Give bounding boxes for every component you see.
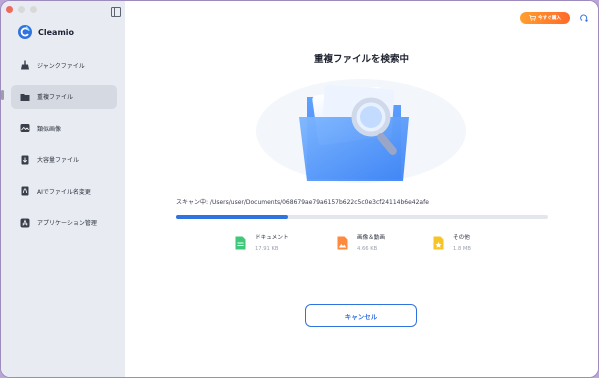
image-icon (20, 124, 30, 132)
sidebar-item-large-files[interactable]: 大容量ファイル (11, 148, 117, 172)
duplicate-folder-icon (20, 93, 30, 101)
duplicate-search-illustration (256, 79, 466, 183)
close-window-button[interactable] (6, 6, 13, 13)
app-name: Cleamio (38, 27, 75, 37)
window-controls (6, 6, 37, 13)
sidebar-toggle-icon[interactable] (111, 7, 121, 17)
sidebar-item-similar-images[interactable]: 類似画像 (11, 116, 117, 140)
brand: Cleamio (18, 25, 74, 39)
sidebar-item-label: ジャンクファイル (37, 62, 85, 70)
zoom-window-button[interactable] (30, 6, 37, 13)
sidebar-item-label: アプリケーション管理 (37, 220, 97, 227)
category-label: その他 (453, 235, 470, 241)
scan-status-text: スキャン中: /Users/user/Documents/068679ae79a… (176, 199, 429, 206)
cancel-button[interactable]: キャンセル (305, 304, 417, 327)
category-other: その他 1.8 MB (433, 233, 471, 252)
buy-now-label: 今すぐ購入 (538, 16, 561, 21)
category-label: 画像＆動画 (357, 235, 385, 241)
ai-rename-icon (21, 186, 29, 196)
category-size: 4.66 KB (357, 246, 378, 252)
scan-progress-bar (176, 215, 548, 219)
category-documents: ドキュメント 17.91 KB (235, 233, 289, 252)
sidebar-item-app-management[interactable]: アプリケーション管理 (11, 211, 117, 235)
category-size: 17.91 KB (255, 246, 279, 252)
sidebar-item-junk-files[interactable]: ジャンクファイル (11, 53, 117, 77)
other-file-icon (433, 236, 444, 250)
sidebar-item-label: AIでファイル名変更 (37, 188, 91, 196)
image-video-icon (337, 236, 348, 250)
page-title: 重複ファイルを検索中 (313, 54, 409, 65)
cart-icon (529, 15, 536, 21)
broom-icon (21, 60, 29, 70)
sidebar-item-ai-rename[interactable]: AIでファイル名変更 (11, 179, 117, 203)
app-window: Cleamio ジャンクファイル 重複ファイル 類似画像 大容量ファイル AIで… (1, 1, 598, 377)
sidebar: Cleamio ジャンクファイル 重複ファイル 類似画像 大容量ファイル AIで… (1, 1, 125, 377)
cleamio-logo-icon (18, 25, 32, 39)
buy-now-button[interactable]: 今すぐ購入 (520, 12, 570, 24)
minimize-window-button[interactable] (18, 6, 25, 13)
support-icon[interactable] (580, 14, 589, 23)
document-icon (235, 236, 246, 250)
sidebar-item-duplicate-files[interactable]: 重複ファイル (11, 84, 117, 109)
scan-progress-fill (176, 215, 288, 219)
sidebar-item-label: 類似画像 (37, 125, 62, 133)
app-store-icon (20, 218, 30, 227)
cancel-label: キャンセル (344, 312, 378, 321)
category-size: 1.8 MB (453, 246, 471, 252)
sidebar-item-label: 大容量ファイル (37, 157, 80, 164)
large-file-icon (21, 155, 29, 164)
sidebar-nav: ジャンクファイル 重複ファイル 類似画像 大容量ファイル AIでファイル名変更 … (1, 53, 125, 242)
category-images-videos: 画像＆動画 4.66 KB (337, 233, 385, 252)
category-label: ドキュメント (255, 235, 289, 241)
sidebar-item-label: 重複ファイル (37, 94, 74, 101)
main-panel: 今すぐ購入 重複ファイルを検索中 スキャン中: /Users/user/Docu… (125, 1, 598, 377)
